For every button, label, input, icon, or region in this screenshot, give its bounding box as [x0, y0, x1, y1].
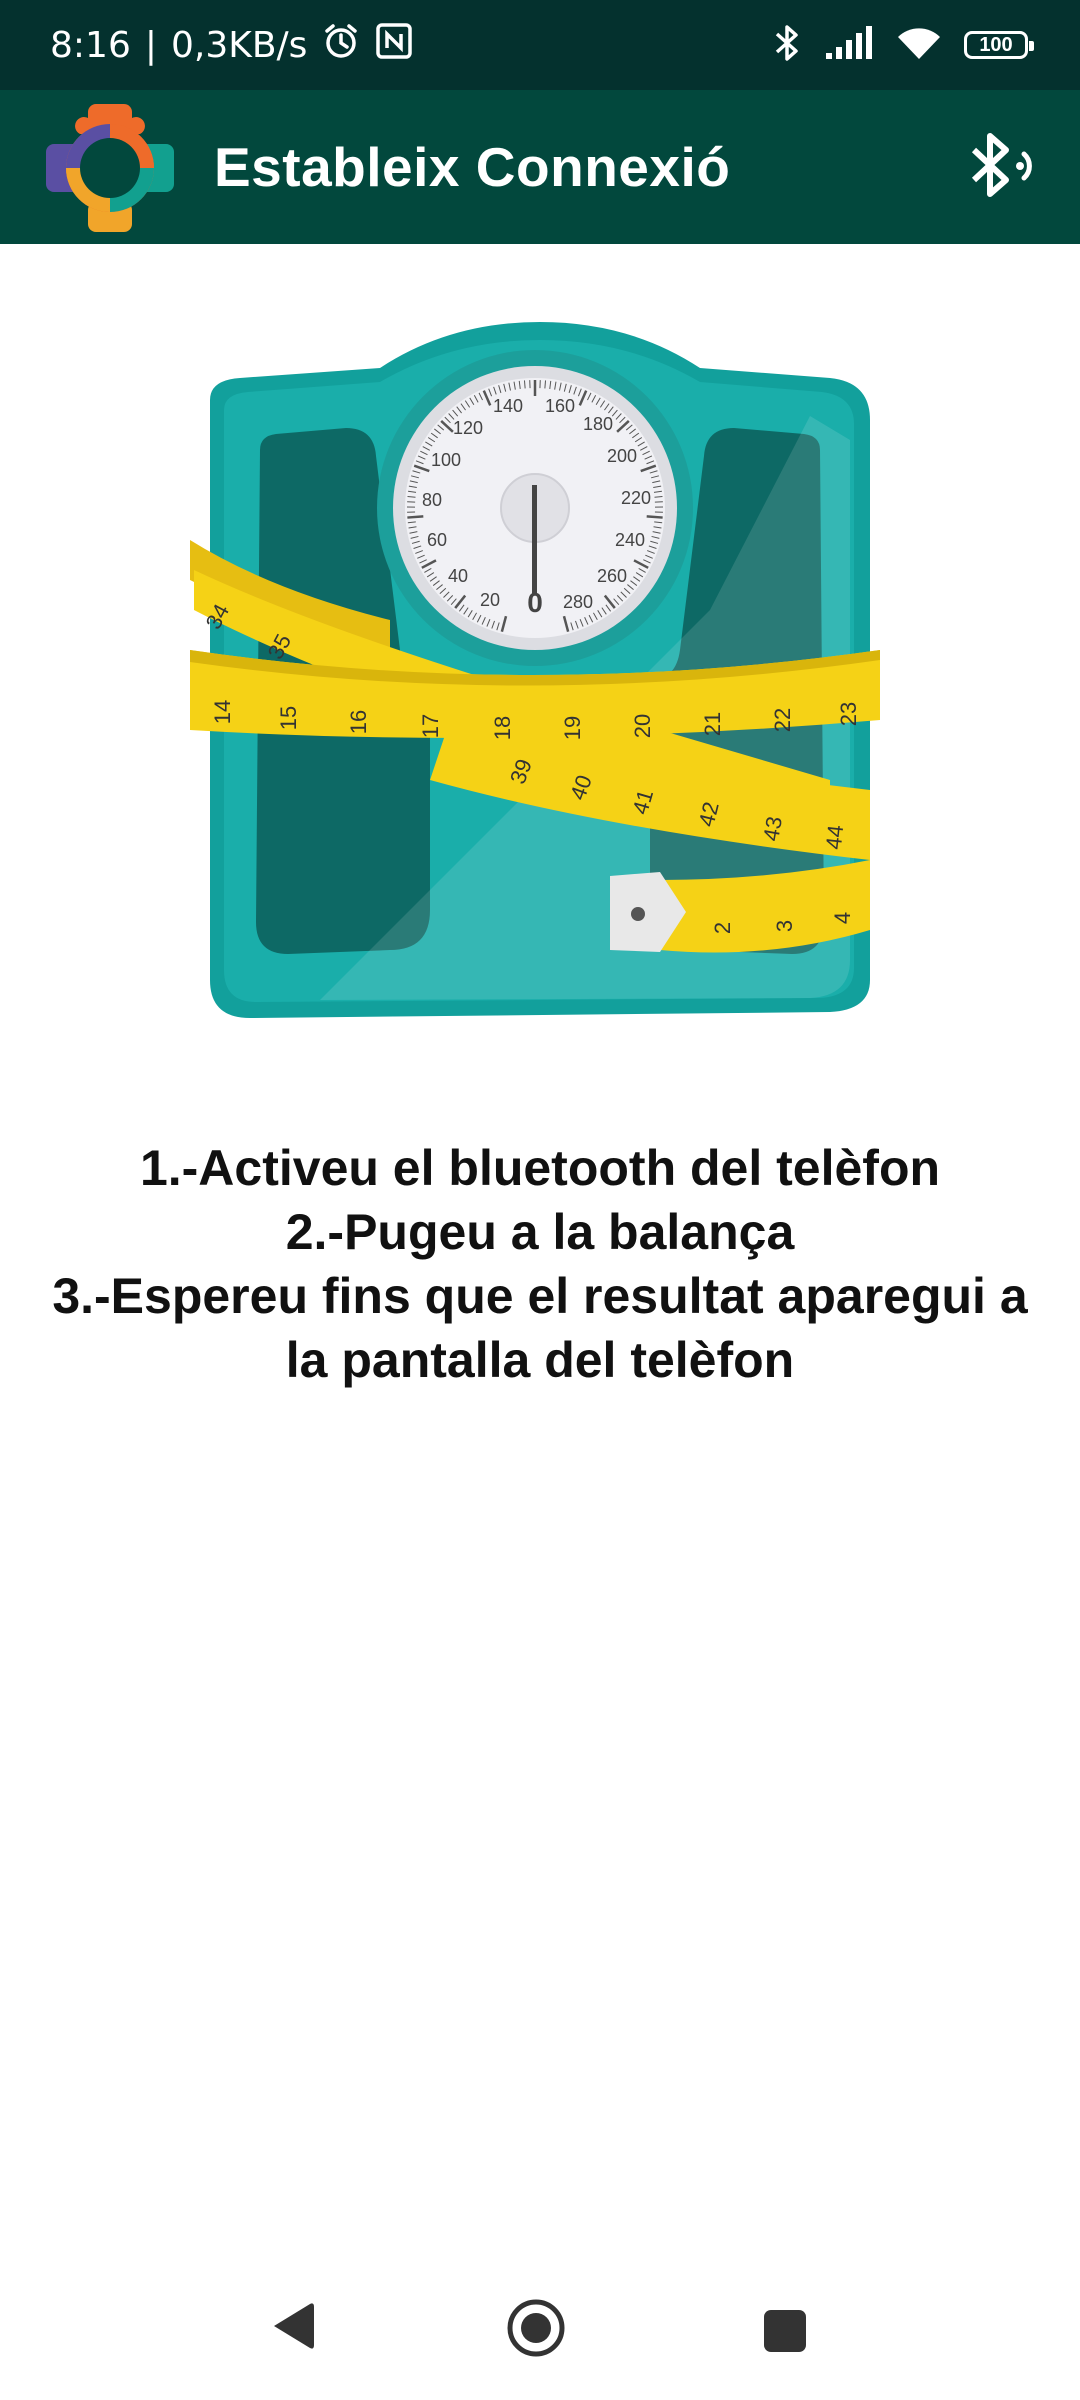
dial-label-180: 180: [583, 414, 613, 434]
tape-label-4: 4: [830, 912, 855, 924]
battery-level: 100: [979, 33, 1013, 56]
tape-label-22: 22: [770, 708, 795, 732]
dial-label-240: 240: [615, 530, 645, 550]
wifi-icon: [896, 25, 942, 66]
tape-label-23: 23: [836, 702, 861, 726]
battery-icon: 100: [964, 31, 1034, 59]
status-time: 8:16: [50, 24, 131, 66]
tape-label-15: 15: [276, 706, 301, 730]
page-title: Estableix Connexió: [214, 136, 731, 198]
dial-label-120: 120: [453, 418, 483, 438]
signal-icon: [824, 25, 874, 66]
bluetooth-icon: [772, 23, 802, 68]
dial-needle: [532, 485, 537, 595]
status-left: 8:16 | 0,3KB/s: [50, 0, 413, 90]
app-bar: Estableix Connexió: [0, 90, 1080, 244]
tape-label-44: 44: [821, 824, 848, 851]
recents-button[interactable]: [762, 2308, 808, 2359]
dial-label-200: 200: [607, 446, 637, 466]
tape-label-20: 20: [630, 714, 655, 738]
home-icon: [507, 2299, 565, 2357]
status-right: 100: [772, 0, 1034, 90]
dial-label-100: 100: [431, 450, 461, 470]
bluetooth-searching-button[interactable]: [960, 126, 1042, 208]
dial-label-60: 60: [427, 530, 447, 550]
tape-label-43: 43: [758, 814, 787, 842]
instruction-step-2: 2.-Pugeu a la balança: [285, 1204, 795, 1260]
dial-label-280: 280: [563, 592, 593, 612]
tape-label-16: 16: [346, 710, 371, 734]
back-button[interactable]: [268, 2300, 316, 2357]
tape-label-2: 2: [710, 922, 735, 934]
dial-label-40: 40: [448, 566, 468, 586]
dial-label-260: 260: [597, 566, 627, 586]
instruction-step-1: 1.-Activeu el bluetooth del telèfon: [139, 1140, 941, 1196]
dial-label-220: 220: [621, 488, 651, 508]
instructions: 1.-Activeu el bluetooth del telèfon 2.-P…: [20, 1136, 1060, 1392]
home-button[interactable]: [506, 2298, 566, 2363]
alarm-icon: [321, 21, 361, 70]
bluetooth-searching-icon: [971, 133, 1032, 197]
instruction-step-3: 3.-Espereu fins que el resultat aparegui…: [52, 1268, 1028, 1324]
nfc-icon: [375, 22, 413, 69]
dial-label-80: 80: [422, 490, 442, 510]
bathroom-scale-illustration: 0 20 40 60 80 100 120 140 160 180 200 22…: [190, 320, 890, 1045]
system-nav-bar: [0, 2270, 1080, 2400]
tape-label-17: 17: [418, 714, 443, 738]
status-separator: |: [144, 24, 157, 66]
back-icon: [274, 2303, 314, 2349]
app-logo-icon: [44, 102, 176, 239]
tape-label-19: 19: [560, 716, 585, 740]
tape-label-21: 21: [700, 712, 725, 736]
dial-label-140: 140: [493, 396, 523, 416]
tape-label-14: 14: [210, 700, 235, 724]
status-network-speed: 0,3KB/s: [170, 24, 308, 66]
recents-icon: [764, 2310, 806, 2352]
tape-label-18: 18: [490, 716, 515, 740]
instruction-step-3-cont: la pantalla del telèfon: [285, 1332, 795, 1388]
dial-label-160: 160: [545, 396, 575, 416]
tape-label-3: 3: [772, 920, 797, 932]
status-bar: 8:16 | 0,3KB/s 100: [0, 0, 1080, 90]
dial-label-20: 20: [480, 590, 500, 610]
